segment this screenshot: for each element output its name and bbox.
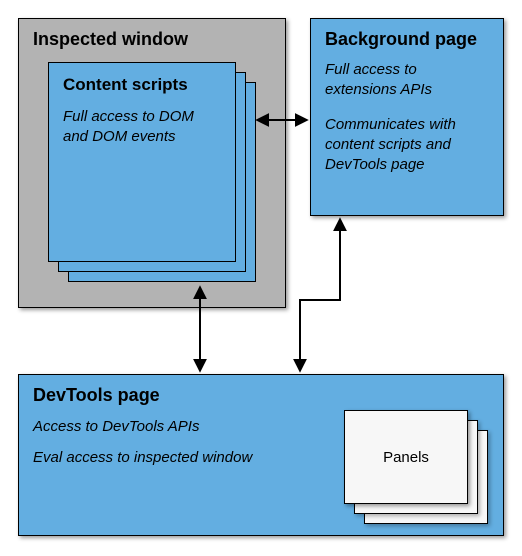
background-page-title: Background page xyxy=(325,29,489,50)
inspected-window-title: Inspected window xyxy=(33,29,271,50)
background-page-body2: Communicates with content scripts and De… xyxy=(325,115,489,176)
content-scripts-body: Full access to DOM and DOM events xyxy=(63,107,221,148)
background-page-body1: Full access to extensions APIs xyxy=(325,60,489,101)
content-scripts-title: Content scripts xyxy=(63,75,221,95)
panels-box: Panels xyxy=(344,410,468,504)
devtools-page-title: DevTools page xyxy=(33,385,489,406)
panels-label: Panels xyxy=(383,449,429,466)
background-page-box: Background page Full access to extension… xyxy=(310,18,504,216)
architecture-diagram: Inspected window Content scripts Full ac… xyxy=(0,0,522,556)
arrow-background-devtools xyxy=(300,220,340,370)
content-scripts-box: Content scripts Full access to DOM and D… xyxy=(48,62,236,262)
